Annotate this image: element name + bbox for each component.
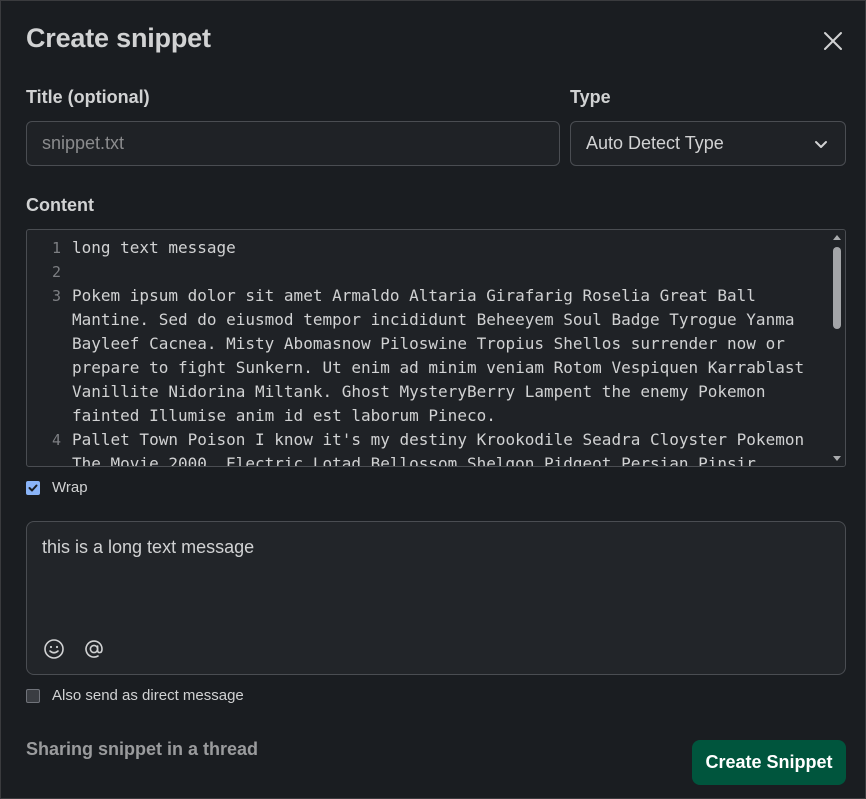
type-select-value: Auto Detect Type — [586, 133, 724, 153]
direct-message-checkbox[interactable] — [26, 688, 40, 703]
emoji-icon[interactable] — [43, 638, 65, 660]
create-snippet-dialog: Create snippet Title (optional) Type Aut… — [0, 0, 866, 799]
code-line: 2 — [27, 260, 827, 284]
content-label: Content — [26, 195, 94, 215]
type-label: Type — [570, 87, 611, 107]
line-number: 1 — [51, 239, 61, 257]
line-text[interactable]: long text message — [61, 236, 812, 260]
message-input[interactable]: this is a long text message — [42, 537, 254, 558]
code-line: 4 Pallet Town Poison I know it's my dest… — [27, 428, 827, 466]
sharing-context-text: Sharing snippet in a thread — [26, 739, 259, 759]
line-text[interactable]: Pallet Town Poison I know it's my destin… — [61, 428, 812, 466]
message-composer[interactable]: this is a long text message — [26, 521, 846, 675]
direct-message-option[interactable]: Also send as direct message — [26, 687, 244, 704]
editor-scrollbar[interactable] — [829, 230, 845, 466]
mention-icon[interactable] — [83, 638, 105, 660]
title-label: Title (optional) — [26, 87, 150, 107]
type-select[interactable]: Auto Detect Type — [570, 121, 846, 166]
code-lines: 1 long text message 2 3 Pokem ipsum dolo… — [27, 236, 827, 466]
line-number: 3 — [51, 287, 61, 305]
dialog-title: Create snippet — [26, 23, 211, 53]
line-text[interactable] — [61, 260, 812, 284]
wrap-checkbox[interactable] — [26, 480, 40, 495]
line-number: 2 — [51, 263, 61, 281]
wrap-label: Wrap — [52, 479, 88, 496]
scroll-down-arrow-icon[interactable] — [833, 456, 841, 461]
create-snippet-button[interactable]: Create Snippet — [692, 740, 846, 785]
content-editor[interactable]: 1 long text message 2 3 Pokem ipsum dolo… — [26, 229, 846, 467]
title-input[interactable] — [26, 121, 560, 166]
code-line: 1 long text message — [27, 236, 827, 260]
scroll-up-arrow-icon[interactable] — [833, 235, 841, 240]
chevron-down-icon — [813, 136, 829, 152]
code-line: 3 Pokem ipsum dolor sit amet Armaldo Alt… — [27, 284, 827, 428]
scrollbar-thumb[interactable] — [833, 247, 841, 329]
line-number: 4 — [51, 431, 61, 449]
wrap-option[interactable]: Wrap — [26, 479, 88, 496]
direct-message-label: Also send as direct message — [52, 687, 244, 704]
close-icon[interactable] — [817, 25, 849, 57]
line-text[interactable]: Pokem ipsum dolor sit amet Armaldo Altar… — [61, 284, 812, 428]
